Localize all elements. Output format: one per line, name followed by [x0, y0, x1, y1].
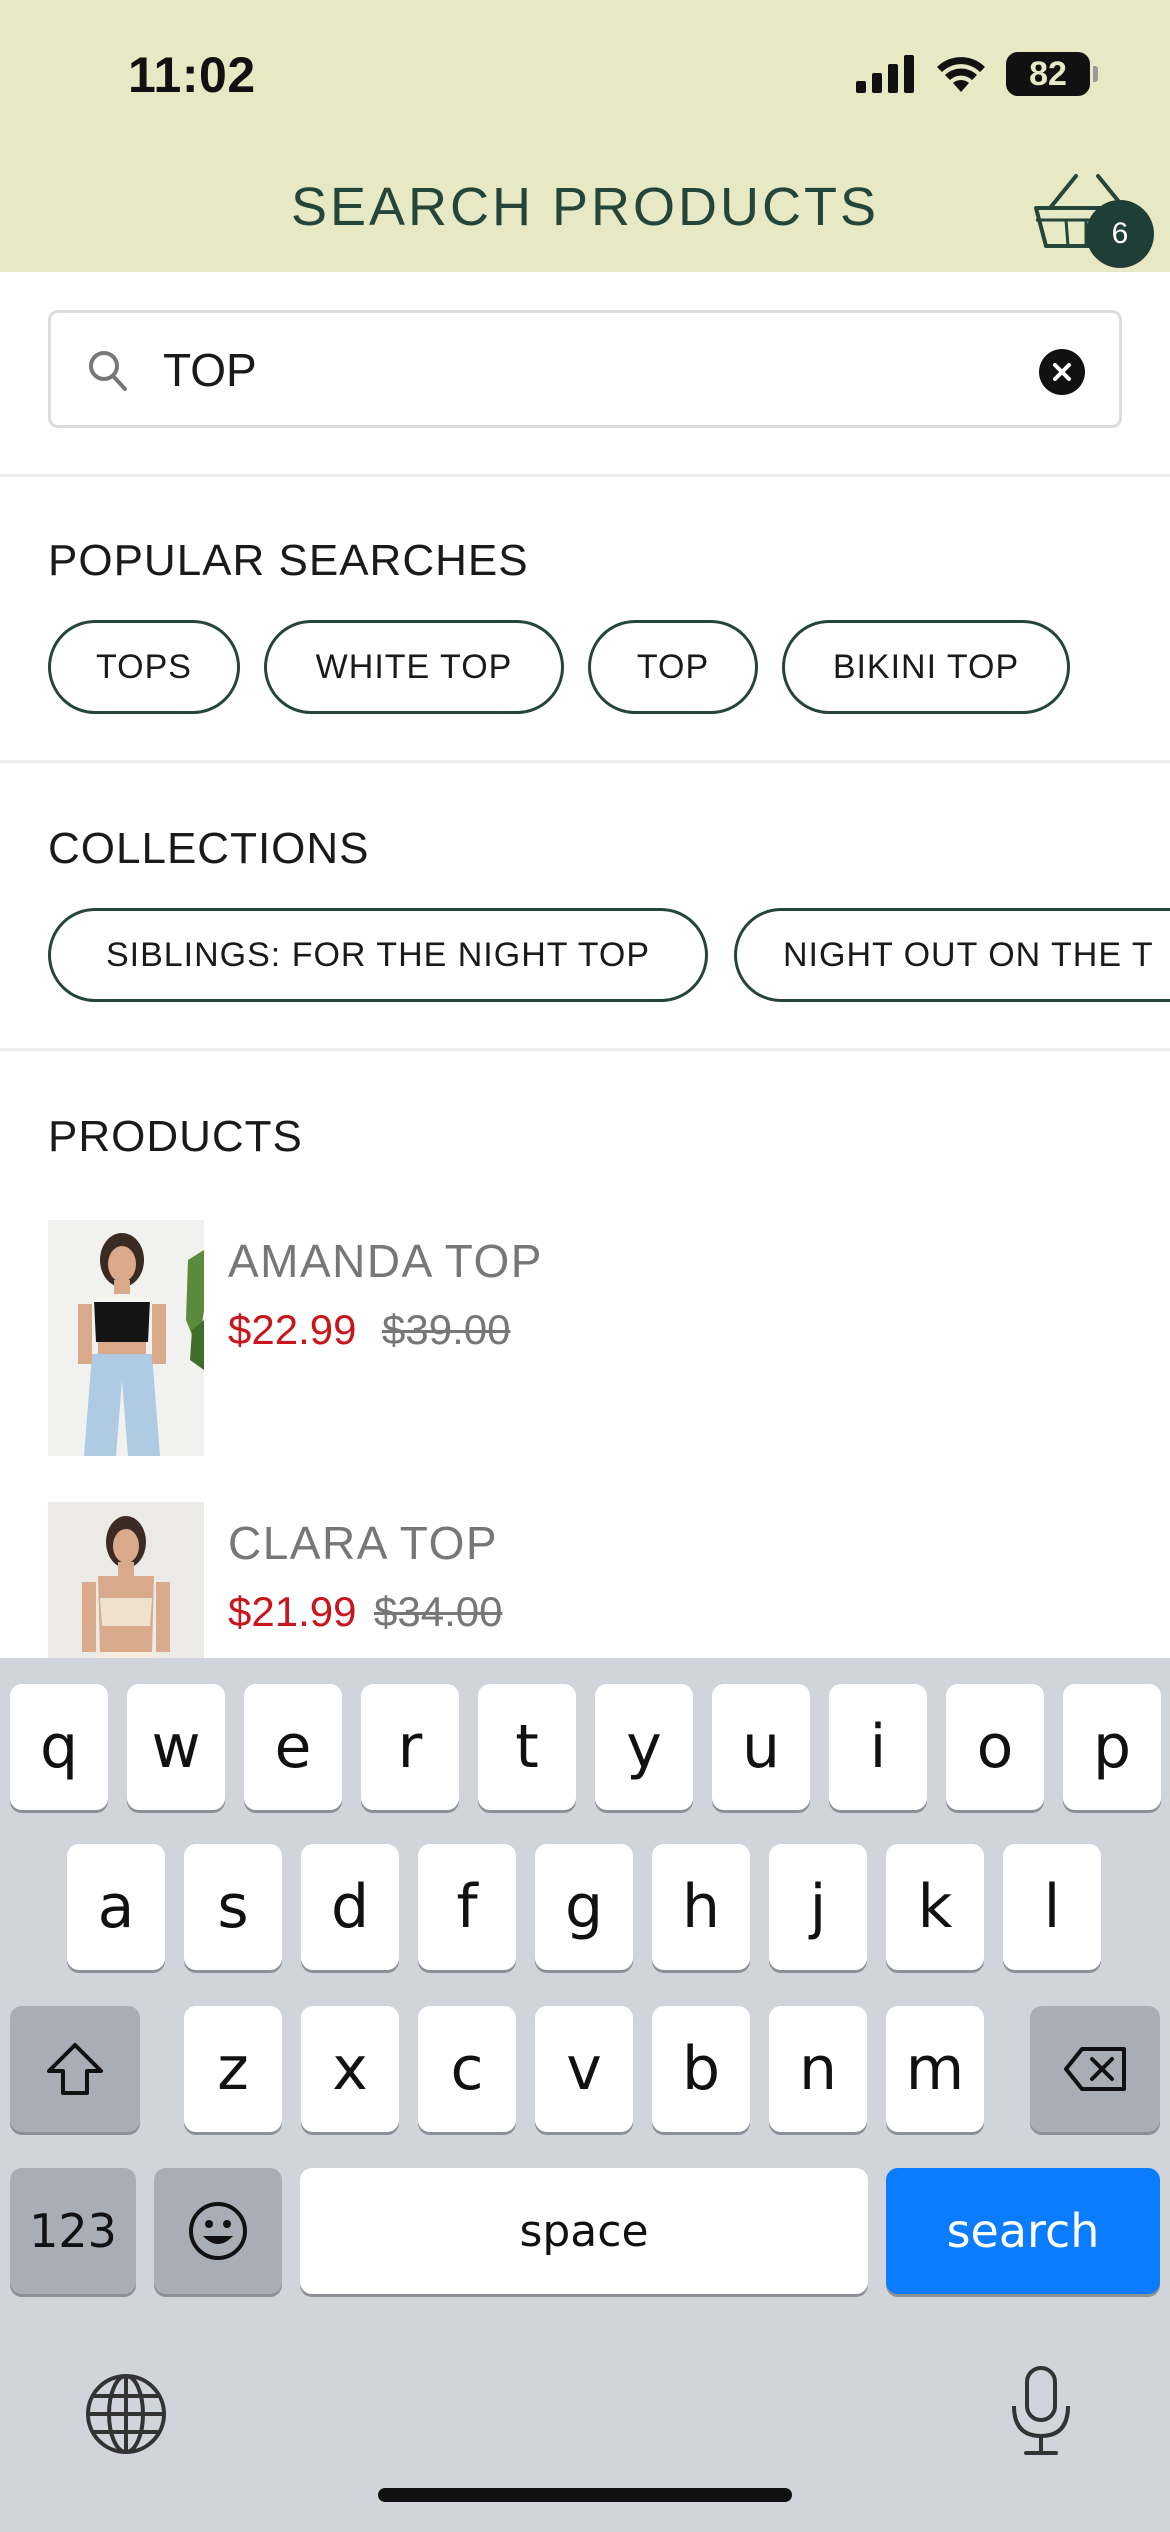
key-y[interactable]: y [595, 1684, 693, 1810]
key-w[interactable]: w [127, 1684, 225, 1810]
microphone-icon[interactable] [1006, 2364, 1076, 2458]
cart-count-badge[interactable]: 6 [1086, 200, 1154, 268]
collection-chip-night-out[interactable]: NIGHT OUT ON THE T [734, 908, 1170, 1002]
wifi-icon [937, 57, 985, 92]
products-title: PRODUCTS [48, 1112, 303, 1161]
backspace-key[interactable] [1030, 2006, 1160, 2132]
key-i[interactable]: i [829, 1684, 927, 1810]
key-a[interactable]: a [67, 1844, 165, 1970]
key-j[interactable]: j [769, 1844, 867, 1970]
product-name[interactable]: CLARA TOP [228, 1516, 498, 1570]
page-title: SEARCH PRODUCTS [290, 177, 880, 237]
keyboard: q w e r t y u i o p a s d f g h j k l z … [0, 1658, 1170, 2532]
search-key[interactable]: search [886, 2168, 1160, 2294]
key-u[interactable]: u [712, 1684, 810, 1810]
product-sale-price: $21.99 [228, 1588, 357, 1635]
key-k[interactable]: k [886, 1844, 984, 1970]
key-m[interactable]: m [886, 2006, 984, 2132]
key-p[interactable]: p [1063, 1684, 1161, 1810]
key-g[interactable]: g [535, 1844, 633, 1970]
key-b[interactable]: b [652, 2006, 750, 2132]
status-icons: 82 [856, 52, 1098, 96]
key-h[interactable]: h [652, 1844, 750, 1970]
backspace-icon [1064, 2047, 1126, 2091]
key-s[interactable]: s [184, 1844, 282, 1970]
popular-chip-bikini-top[interactable]: BIKINI TOP [782, 620, 1070, 714]
key-f[interactable]: f [418, 1844, 516, 1970]
product-original-price: $34.00 [374, 1588, 503, 1635]
popular-chip-white-top[interactable]: WHITE TOP [264, 620, 564, 714]
emoji-key[interactable] [154, 2168, 282, 2294]
popular-searches-title: POPULAR SEARCHES [48, 536, 529, 585]
popular-chip-tops[interactable]: TOPS [48, 620, 240, 714]
product-original-price: $39.00 [382, 1306, 511, 1353]
close-icon [1053, 363, 1071, 381]
app-header: 11:02 82 SEARCH PRODUCTS 6 [0, 0, 1170, 272]
popular-chip-top[interactable]: TOP [588, 620, 758, 714]
emoji-icon [189, 2202, 247, 2260]
divider [0, 474, 1170, 477]
key-r[interactable]: r [361, 1684, 459, 1810]
search-input[interactable]: TOP [48, 310, 1122, 428]
key-t[interactable]: t [478, 1684, 576, 1810]
numbers-key[interactable]: 123 [10, 2168, 136, 2294]
collection-chip-siblings[interactable]: SIBLINGS: FOR THE NIGHT TOP [48, 908, 708, 1002]
divider [0, 760, 1170, 763]
product-image[interactable] [48, 1220, 204, 1456]
key-z[interactable]: z [184, 2006, 282, 2132]
key-v[interactable]: v [535, 2006, 633, 2132]
signal-icon [856, 55, 914, 93]
status-time: 11:02 [128, 47, 256, 103]
shift-key[interactable] [10, 2006, 140, 2132]
key-x[interactable]: x [301, 2006, 399, 2132]
key-o[interactable]: o [946, 1684, 1044, 1810]
product-sale-price: $22.99 [228, 1306, 357, 1353]
home-indicator [378, 2488, 792, 2502]
key-n[interactable]: n [769, 2006, 867, 2132]
key-l[interactable]: l [1003, 1844, 1101, 1970]
shift-icon [47, 2043, 103, 2095]
product-card[interactable]: AMANDA TOP $22.99 $39.00 [48, 1220, 1122, 1456]
search-icon [89, 351, 127, 391]
divider [0, 1048, 1170, 1051]
search-input-value[interactable]: TOP [163, 343, 257, 397]
collections-title: COLLECTIONS [48, 824, 370, 873]
clear-search-button[interactable] [1039, 349, 1085, 395]
key-q[interactable]: q [10, 1684, 108, 1810]
space-key[interactable]: space [300, 2168, 868, 2294]
globe-icon[interactable] [84, 2372, 168, 2456]
battery-indicator: 82 [1006, 52, 1098, 96]
key-e[interactable]: e [244, 1684, 342, 1810]
key-d[interactable]: d [301, 1844, 399, 1970]
key-c[interactable]: c [418, 2006, 516, 2132]
product-name[interactable]: AMANDA TOP [228, 1234, 543, 1288]
